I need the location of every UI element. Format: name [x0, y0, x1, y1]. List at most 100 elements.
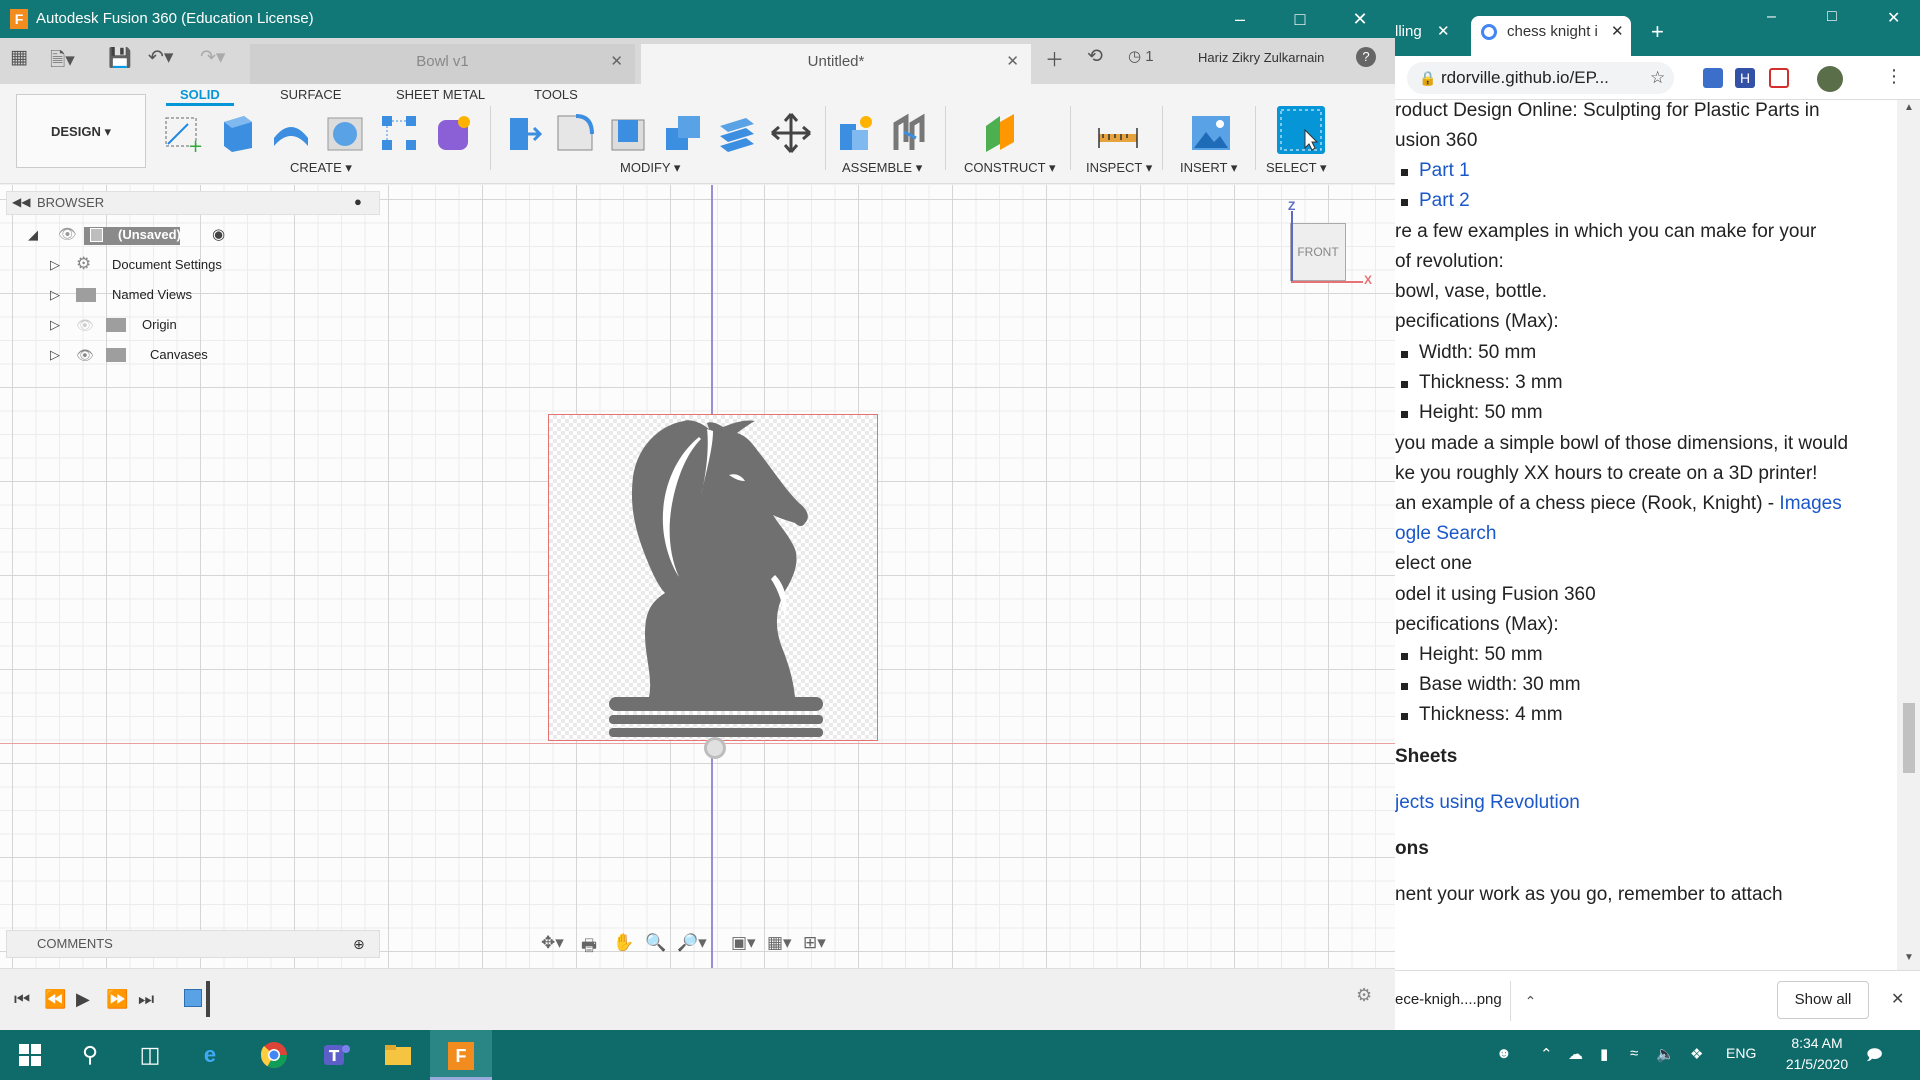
joint-icon[interactable] — [888, 112, 930, 154]
clock-time[interactable]: 8:34 AM — [1782, 1035, 1852, 1051]
maximize-button[interactable]: □ — [1827, 8, 1837, 26]
teams-icon[interactable]: T — [306, 1030, 366, 1080]
new-tab-icon[interactable]: ＋ — [1045, 45, 1064, 72]
tab-solid[interactable]: SOLID — [166, 84, 234, 106]
bookmark-star-icon[interactable]: ☆ — [1650, 68, 1665, 88]
page-link[interactable]: ogle Search — [1395, 523, 1496, 544]
minimize-button[interactable]: – — [1767, 8, 1776, 26]
expand-icon[interactable]: ▷ — [50, 343, 60, 367]
close-tab-icon[interactable]: ✕ — [1437, 16, 1450, 48]
origin-marker-icon[interactable] — [704, 737, 726, 759]
volume-icon[interactable]: 🔈 — [1656, 1045, 1675, 1063]
show-all-button[interactable]: Show all — [1777, 981, 1869, 1019]
browser-header[interactable]: ◀◀ BROWSER ● — [6, 191, 380, 215]
display-settings-icon[interactable]: ▣▾ — [731, 933, 756, 953]
assemble-group-label[interactable]: ASSEMBLE ▾ — [842, 160, 922, 176]
download-options-chevron-icon[interactable]: ⌃ — [1510, 981, 1550, 1021]
browser-item-document-settings[interactable]: ▷ ⚙ Document Settings — [50, 253, 250, 277]
expand-icon[interactable]: ▷ — [50, 313, 60, 337]
chrome-icon[interactable] — [244, 1030, 304, 1080]
file-menu-icon[interactable]: 🗎▾ — [50, 46, 75, 78]
chrome-menu-icon[interactable]: ⋮ — [1885, 66, 1903, 87]
collapse-browser-icon[interactable]: ◀◀ — [12, 191, 30, 213]
maximize-button[interactable]: □ — [1270, 0, 1330, 38]
job-status[interactable]: ◷ 1 — [1128, 47, 1154, 65]
go-to-end-icon[interactable]: ⏭ — [138, 989, 154, 1010]
notifications-icon[interactable]: 🗩 — [1866, 1045, 1883, 1070]
language-indicator[interactable]: ENG — [1726, 1045, 1756, 1061]
tab-surface[interactable]: SURFACE — [280, 84, 341, 106]
expand-root-icon[interactable]: ◢ — [28, 223, 38, 247]
battery-icon[interactable]: ▮ — [1600, 1045, 1608, 1063]
extension-1-icon[interactable] — [1703, 68, 1723, 88]
edge-icon[interactable]: e — [180, 1030, 240, 1080]
save-icon[interactable]: 💾 — [108, 46, 132, 70]
viewcube[interactable]: FRONT — [1290, 223, 1346, 281]
revolve-icon[interactable] — [270, 112, 312, 154]
clock-date[interactable]: 21/5/2020 — [1776, 1056, 1858, 1072]
shell-icon[interactable] — [608, 112, 650, 154]
step-forward-icon[interactable]: ⏩ — [106, 989, 128, 1010]
orbit-icon[interactable]: ✥▾ — [541, 933, 564, 953]
expand-icon[interactable]: ▷ — [50, 253, 60, 277]
eye-hidden-icon[interactable]: 👁 — [76, 313, 94, 337]
insert-image-icon[interactable] — [1190, 112, 1232, 154]
tab-bowl[interactable]: Bowl v1 ✕ — [250, 44, 635, 84]
canvas-image[interactable] — [548, 414, 878, 741]
page-link[interactable]: Part 2 — [1419, 190, 1470, 211]
new-component-icon[interactable] — [834, 112, 876, 154]
extension-h-icon[interactable]: H — [1735, 68, 1755, 88]
create-form-icon[interactable] — [432, 112, 474, 154]
undo-icon[interactable]: ↶▾ — [148, 46, 173, 69]
construct-group-label[interactable]: CONSTRUCT ▾ — [964, 160, 1056, 176]
extension-pocket-icon[interactable] — [1769, 68, 1789, 88]
activate-radio-icon[interactable]: ◉ — [212, 223, 225, 247]
people-icon[interactable]: ☻ — [1496, 1045, 1512, 1062]
minimize-button[interactable]: – — [1210, 0, 1270, 38]
modify-group-label[interactable]: MODIFY ▾ — [620, 160, 680, 176]
canvas-timeline-feature-icon[interactable] — [184, 989, 202, 1007]
pan-hand-icon[interactable]: ✋ — [613, 933, 634, 953]
page-scrollbar[interactable]: ▲ ▼ — [1897, 100, 1920, 970]
scroll-thumb[interactable] — [1903, 703, 1915, 773]
combine-icon[interactable] — [662, 112, 704, 154]
offset-plane-icon[interactable] — [980, 112, 1022, 154]
workspace-switcher[interactable]: DESIGN ▾ — [16, 94, 146, 168]
pattern-icon[interactable] — [378, 112, 420, 154]
create-group-label[interactable]: CREATE ▾ — [290, 160, 352, 176]
browser-item-origin[interactable]: ▷ 👁 Origin — [50, 313, 200, 337]
file-explorer-icon[interactable] — [368, 1030, 428, 1080]
page-link[interactable]: jects using Revolution — [1395, 792, 1580, 813]
download-filename[interactable]: ece-knigh....png — [1395, 991, 1502, 1008]
page-link[interactable]: Part 1 — [1419, 160, 1470, 181]
add-comment-icon[interactable]: ⊕ — [353, 931, 365, 957]
press-pull-icon[interactable] — [500, 112, 543, 154]
select-icon[interactable] — [1277, 106, 1325, 154]
timeline-settings-gear-icon[interactable]: ⚙ — [1356, 985, 1372, 1006]
tab-sheet-metal[interactable]: SHEET METAL — [396, 84, 485, 106]
redo-icon[interactable]: ↷▾ — [200, 46, 225, 69]
browser-item-canvases[interactable]: ▷ 👁 Canvases — [50, 343, 220, 367]
hole-icon[interactable] — [324, 112, 366, 154]
browser-root[interactable]: ◢ 👁 (Unsaved) ◉ — [28, 223, 248, 247]
viewports-icon[interactable]: ⊞▾ — [803, 933, 826, 953]
fit-zoom-icon[interactable]: 🔎▾ — [677, 933, 707, 953]
scroll-down-icon[interactable]: ▼ — [1904, 952, 1914, 963]
close-download-bar-icon[interactable]: ✕ — [1891, 989, 1904, 1009]
replace-face-icon[interactable] — [716, 112, 758, 154]
play-icon[interactable]: ▶ — [76, 989, 90, 1010]
extensions-icon[interactable]: ⟲ — [1087, 45, 1103, 68]
inspect-group-label[interactable]: INSPECT ▾ — [1086, 160, 1152, 176]
move-copy-icon[interactable] — [770, 112, 812, 154]
expand-icon[interactable]: ▷ — [50, 283, 60, 307]
address-bar[interactable]: 🔒 rdorville.github.io/EP... — [1407, 62, 1674, 94]
page-link[interactable]: Images — [1779, 493, 1841, 514]
extrude-icon[interactable] — [216, 112, 258, 154]
close-tab-icon[interactable]: ✕ — [610, 44, 623, 80]
close-tab-icon[interactable]: ✕ — [1006, 44, 1019, 80]
browser-item-named-views[interactable]: ▷ Named Views — [50, 283, 220, 307]
insert-group-label[interactable]: INSERT ▾ — [1180, 160, 1237, 176]
look-at-icon[interactable]: 🖶 — [581, 933, 597, 962]
lock-icon[interactable]: 🔒 — [1419, 62, 1436, 94]
select-group-label[interactable]: SELECT ▾ — [1266, 160, 1326, 176]
